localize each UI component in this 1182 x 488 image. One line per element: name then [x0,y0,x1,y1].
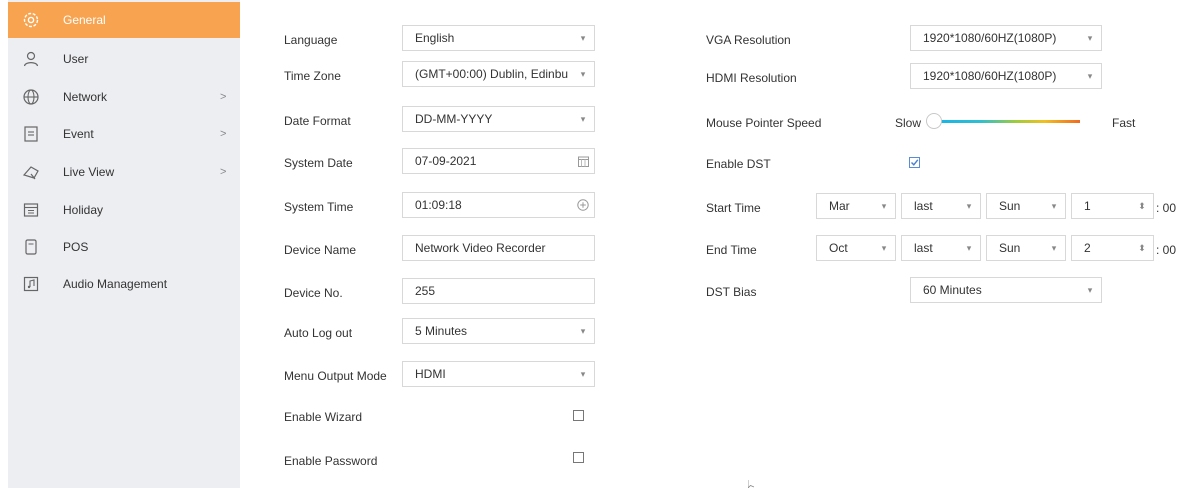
live-view-icon [22,163,40,181]
menu-output-mode-select[interactable]: HDMI ▾ [402,361,595,387]
sidebar-item-label: User [63,52,89,66]
dropdown-arrow-icon: ▾ [881,200,887,211]
globe-icon [22,88,40,106]
language-select[interactable]: English ▾ [402,25,595,51]
start-week-select[interactable]: last ▾ [901,193,981,219]
sidebar-item-audio-management[interactable]: Audio Management [8,266,240,302]
stepper-icon[interactable]: ⬍ [1131,243,1153,254]
sidebar-item-pos[interactable]: POS [8,229,240,265]
start-day-select[interactable]: Sun ▾ [986,193,1066,219]
dropdown-arrow-icon: ▾ [1087,70,1093,81]
auto-logout-label: Auto Log out [284,326,353,340]
language-label: Language [284,33,338,47]
pos-icon [22,238,40,256]
dropdown-arrow-icon: ▾ [580,32,586,43]
device-no-input[interactable]: 255 [402,278,595,304]
menu-output-mode-label: Menu Output Mode [284,369,387,383]
checkmark-icon [911,159,919,166]
sidebar-item-holiday[interactable]: Holiday [8,192,240,228]
mouse-speed-slider-track[interactable] [938,120,1080,123]
gear-icon [22,11,40,29]
chevron-right-icon: > [220,166,227,178]
enable-dst-label: Enable DST [706,157,771,171]
sidebar-item-label: Event [63,127,94,141]
enable-wizard-label: Enable Wizard [284,410,363,424]
sidebar-item-label: General [63,13,106,27]
slider-slow-label: Slow [895,116,922,130]
start-hour-stepper[interactable]: 1 ⬍ [1071,193,1154,219]
start-time-label: Start Time [706,201,761,215]
dropdown-arrow-icon: ▾ [580,68,586,79]
enable-password-checkbox[interactable] [573,452,584,463]
clock-icon[interactable] [572,199,594,211]
enable-password-label: Enable Password [284,454,378,468]
enable-dst-checkbox[interactable] [909,157,920,168]
sidebar-item-general[interactable]: General [8,2,240,38]
chevron-right-icon: > [220,91,227,103]
dropdown-arrow-icon: ▾ [580,368,586,379]
dropdown-arrow-icon: ▾ [881,242,887,253]
end-minute-suffix: : 00 [1156,243,1177,257]
sidebar-item-live-view[interactable]: Live View > [8,154,240,190]
dropdown-arrow-icon: ▾ [966,242,972,253]
user-icon [22,50,40,68]
sidebar-item-user[interactable]: User [8,41,240,77]
mouse-speed-slider-handle[interactable] [926,113,942,129]
dst-bias-select[interactable]: 60 Minutes ▾ [910,277,1102,303]
time-zone-label: Time Zone [284,69,341,83]
mouse-pointer-speed-label: Mouse Pointer Speed [706,116,822,130]
end-day-select[interactable]: Sun ▾ [986,235,1066,261]
date-format-select[interactable]: DD-MM-YYYY ▾ [402,106,595,132]
device-name-input[interactable]: Network Video Recorder [402,235,595,261]
vga-resolution-label: VGA Resolution [706,33,791,47]
hdmi-resolution-select[interactable]: 1920*1080/60HZ(1080P) ▾ [910,63,1102,89]
sidebar-item-network[interactable]: Network > [8,79,240,115]
device-name-label: Device Name [284,243,357,257]
sidebar-item-label: POS [63,240,89,254]
date-format-label: Date Format [284,114,351,128]
mouse-cursor-icon [748,480,755,488]
system-time-label: System Time [284,200,354,214]
sidebar-item-label: Audio Management [63,277,168,291]
start-month-select[interactable]: Mar ▾ [816,193,896,219]
system-date-label: System Date [284,156,353,170]
sidebar: General User Network > Event > Live View… [8,0,240,488]
dropdown-arrow-icon: ▾ [580,113,586,124]
dst-bias-label: DST Bias [706,285,757,299]
end-month-select[interactable]: Oct ▾ [816,235,896,261]
system-time-input[interactable]: 01:09:18 [402,192,595,218]
audio-icon [22,275,40,293]
vga-resolution-select[interactable]: 1920*1080/60HZ(1080P) ▾ [910,25,1102,51]
dropdown-arrow-icon: ▾ [1051,200,1057,211]
stepper-icon[interactable]: ⬍ [1131,201,1153,212]
calendar-icon [22,201,40,219]
slider-fast-label: Fast [1112,116,1136,130]
time-zone-select[interactable]: (GMT+00:00) Dublin, Edinbu ▾ [402,61,595,87]
dropdown-arrow-icon: ▾ [966,200,972,211]
system-date-input[interactable]: 07-09-2021 [402,148,595,174]
start-minute-suffix: : 00 [1156,201,1177,215]
device-no-label: Device No. [284,286,343,300]
dropdown-arrow-icon: ▾ [1051,242,1057,253]
auto-logout-select[interactable]: 5 Minutes ▾ [402,318,595,344]
end-hour-stepper[interactable]: 2 ⬍ [1071,235,1154,261]
sidebar-item-event[interactable]: Event > [8,116,240,152]
chevron-right-icon: > [220,128,227,140]
calendar-icon[interactable] [572,156,594,167]
event-list-icon [22,125,40,143]
enable-wizard-checkbox[interactable] [573,410,584,421]
dropdown-arrow-icon: ▾ [1087,32,1093,43]
end-week-select[interactable]: last ▾ [901,235,981,261]
dropdown-arrow-icon: ▾ [1087,284,1093,295]
end-time-label: End Time [706,243,757,257]
dropdown-arrow-icon: ▾ [580,325,586,336]
sidebar-item-label: Holiday [63,203,104,217]
hdmi-resolution-label: HDMI Resolution [706,71,797,85]
sidebar-item-label: Live View [63,165,115,179]
sidebar-item-label: Network [63,90,108,104]
